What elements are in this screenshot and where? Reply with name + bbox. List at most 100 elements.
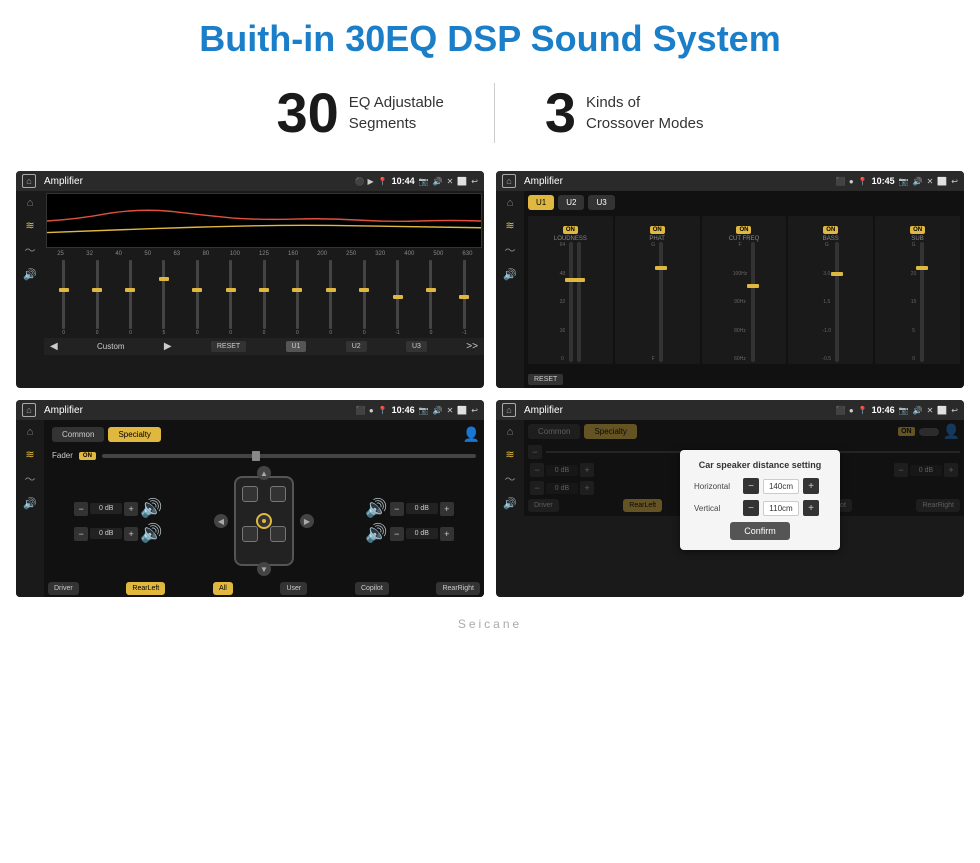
rearleft-btn-4[interactable]: RearLeft [623,499,662,512]
r1-minus-4[interactable]: − [894,463,908,477]
u3-btn[interactable]: U3 [406,341,427,352]
l2-plus-4[interactable]: + [580,481,594,495]
l2-val-4: 0 dB [546,483,578,494]
bass-slider: G 3.0 1.5 -1.0 -0.5 [790,242,871,362]
ch-l2-minus[interactable]: − [74,527,88,541]
vertical-plus-btn[interactable]: + [803,500,819,516]
home-icon[interactable] [22,174,36,188]
tab-specialty-3[interactable]: Specialty [108,427,160,442]
home-icon-3[interactable] [22,403,36,417]
home-side-icon-2[interactable]: ⌂ [507,197,514,209]
reset-btn[interactable]: RESET [211,341,246,352]
ch-l1-plus[interactable]: + [124,502,138,516]
cutfreq-on[interactable]: ON [736,226,751,234]
eq-slider-4[interactable]: 5 [148,260,179,336]
home-side-icon-3[interactable]: ⌂ [27,426,34,438]
eq-slider-5[interactable]: 0 [182,260,213,336]
l1-minus-4[interactable]: − [530,463,544,477]
close-icon-3: ✕ [447,406,454,415]
ch-r1-plus[interactable]: + [440,502,454,516]
l2-minus-4[interactable]: − [530,481,544,495]
crossover-grid: ON LOUDNESS 64 48 32 16 0 [524,214,964,366]
eq-slider-6[interactable]: 0 [215,260,246,336]
home-side-icon[interactable]: ⌂ [27,197,34,209]
distance-dialog: Car speaker distance setting Horizontal … [680,450,840,550]
rearright-btn-3[interactable]: RearRight [436,582,480,595]
loudness-on[interactable]: ON [563,226,578,234]
eq-slider-13[interactable]: -1 [449,260,480,336]
eq-slider-1[interactable]: 0 [48,260,79,336]
ch-l1-minus[interactable]: − [74,502,88,516]
vol-side-icon-2[interactable]: 🔊 [503,268,517,281]
eq-slider-9[interactable]: 0 [315,260,346,336]
home-side-icon-4[interactable]: ⌂ [507,426,514,438]
eq-side-icon[interactable]: ≋ [25,219,34,232]
eq-side-icon-2[interactable]: ≋ [505,219,514,232]
down-arrow-btn[interactable]: ▼ [257,562,271,576]
wave-side-icon[interactable]: 〜 [25,242,36,258]
vertical-minus-btn[interactable]: − [743,500,759,516]
preset-u2-btn[interactable]: U2 [558,195,584,210]
home-icon-2[interactable] [502,174,516,188]
speaker-side-icon[interactable]: 🔊 [23,268,37,281]
tab-common-3[interactable]: Common [52,427,104,442]
u1-btn[interactable]: U1 [286,341,307,352]
driver-btn-4[interactable]: Driver [528,499,559,512]
crossover-reset-btn[interactable]: RESET [528,374,563,385]
vol-side-icon-3[interactable]: 🔊 [23,497,37,510]
vol-side-icon-4[interactable]: 🔊 [503,497,517,510]
ch-l2-plus[interactable]: + [124,527,138,541]
eq-slider-7[interactable]: 0 [248,260,279,336]
record-icon: ⚫ [355,177,365,186]
copilot-btn-3[interactable]: Copilot [355,582,389,595]
home-icon-4[interactable] [502,403,516,417]
screen4-title: Amplifier [524,405,832,416]
tab-common-4[interactable]: Common [528,424,580,439]
left-minus-4[interactable]: − [528,445,542,459]
r1-plus-4[interactable]: + [944,463,958,477]
eq-slider-2[interactable]: 0 [81,260,112,336]
preset-u3-btn[interactable]: U3 [588,195,614,210]
bass-on[interactable]: ON [823,226,838,234]
phat-on[interactable]: ON [650,226,665,234]
driver-btn-3[interactable]: Driver [48,582,79,595]
horizontal-plus-btn[interactable]: + [803,478,819,494]
eq-slider-10[interactable]: 0 [349,260,380,336]
ch-r2-minus[interactable]: − [390,527,404,541]
right-arrow-btn[interactable]: ▶ [300,514,314,528]
rearleft-btn-3[interactable]: RearLeft [126,582,165,595]
u2-btn[interactable]: U2 [346,341,367,352]
prev-btn[interactable]: ◀ [50,341,58,352]
rearright-btn-4[interactable]: RearRight [916,499,960,512]
confirm-btn[interactable]: Confirm [730,522,790,540]
eq-slider-8[interactable]: 0 [282,260,313,336]
tab-specialty-4[interactable]: Specialty [584,424,636,439]
location-icon-2: 📍 [858,177,868,186]
eq-side-icon-3[interactable]: ≋ [25,448,34,461]
fader-track[interactable] [102,454,476,458]
l1-plus-4[interactable]: + [580,463,594,477]
eq-slider-11[interactable]: -1 [382,260,413,336]
wave-side-icon-2[interactable]: 〜 [505,242,516,258]
wave-side-icon-4[interactable]: 〜 [505,471,516,487]
dot-icon-4: ● [849,406,854,415]
eq-slider-12[interactable]: 0 [415,260,446,336]
eq-side-icon-4[interactable]: ≋ [505,448,514,461]
next-btn[interactable]: ▶ [164,341,172,352]
eq-slider-3[interactable]: 0 [115,260,146,336]
preset-u1-btn[interactable]: U1 [528,195,554,210]
user-btn-3[interactable]: User [280,582,307,595]
ch-r1-minus[interactable]: − [390,502,404,516]
up-arrow-btn[interactable]: ▲ [257,466,271,480]
sub-on[interactable]: ON [910,226,925,234]
fader-thumb[interactable] [252,451,260,461]
wave-side-icon-3[interactable]: 〜 [25,471,36,487]
speaker-bottom-row: Driver RearLeft All User Copilot RearRig… [44,580,484,597]
left-arrow-btn[interactable]: ◀ [214,514,228,528]
ch-r2-plus[interactable]: + [440,527,454,541]
sq-icon: ⬛ [356,406,366,415]
expand-btn[interactable]: >> [466,341,478,352]
center-dot[interactable] [256,513,272,529]
horizontal-minus-btn[interactable]: − [743,478,759,494]
all-btn-3[interactable]: All [213,582,233,595]
